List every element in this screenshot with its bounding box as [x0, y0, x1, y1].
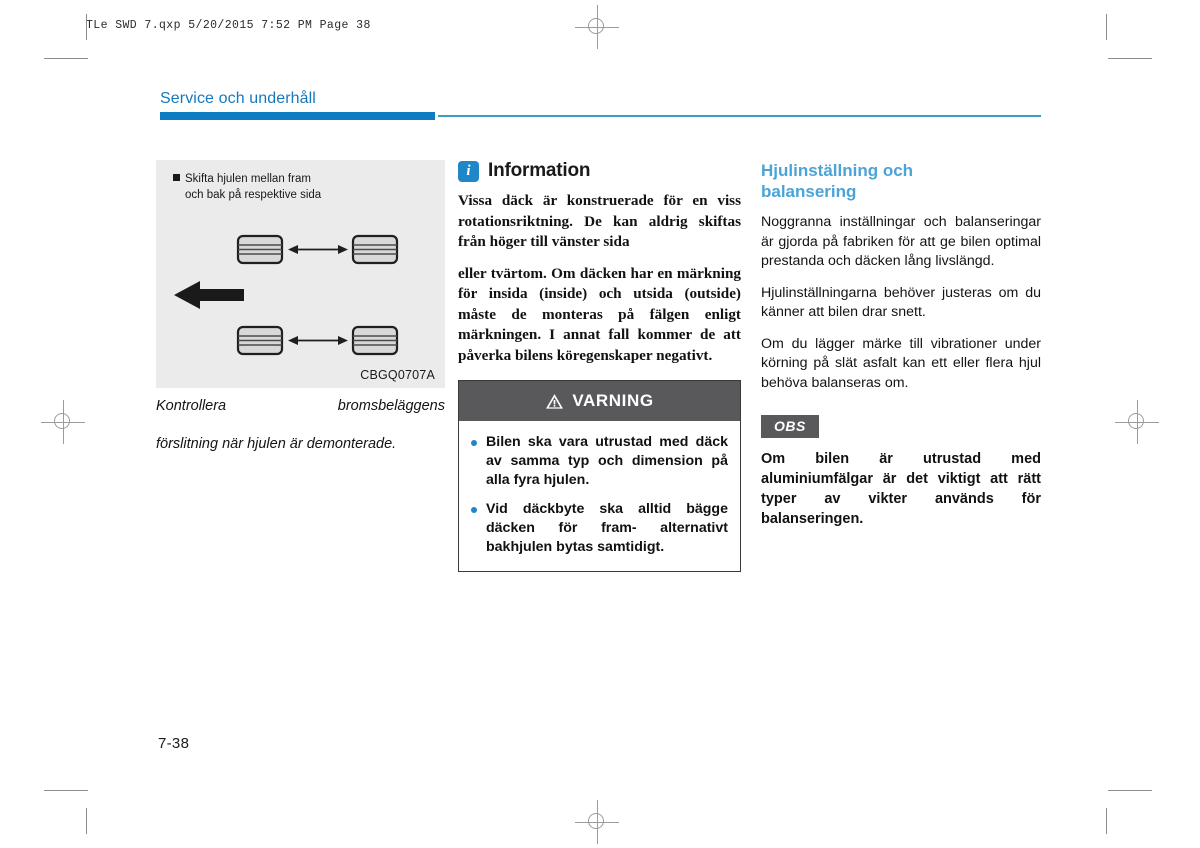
registration-mark-left-middle [41, 400, 85, 444]
figure-caption: Kontrollera bromsbeläggens förslitning n… [156, 397, 445, 454]
obs-tag: OBS [761, 415, 819, 438]
registration-mark-right-middle [1115, 400, 1159, 444]
obs-note: OBS Om bilen är utrustad med aluminiumfä… [761, 405, 1041, 529]
crop-mark-top-right-vertical [1106, 14, 1107, 40]
tire-front-left [236, 234, 284, 265]
warning-box: VARNING Bilen ska vara utrustad med däck… [458, 380, 741, 572]
information-title: Information [488, 160, 591, 181]
information-paragraph-1: Vissa däck är konstruerade för en viss r… [458, 192, 741, 250]
information-header: i Information [458, 160, 741, 182]
wheel-paragraph-1: Noggranna inställningar och balanseringa… [761, 214, 1041, 269]
square-bullet-icon [173, 174, 180, 181]
tire-rotation-diagram [174, 234, 399, 356]
warning-body: Bilen ska vara utrustad med däck av samm… [459, 421, 740, 571]
registration-mark-top-center [575, 5, 619, 49]
column-wheel-alignment: Hjulinställning och balansering Noggrann… [761, 160, 1041, 529]
bullet-icon [471, 507, 477, 513]
rotation-arrow-bottom [288, 336, 348, 345]
column-figure: Skifta hjulen mellan fram och bak på res… [156, 160, 445, 454]
wheel-section-heading-line2: balansering [761, 182, 857, 201]
warning-list-item: Bilen ska vara utrustad med däck av samm… [471, 433, 728, 490]
warning-triangle-icon [546, 393, 564, 409]
crop-mark-top-right-horizontal [1108, 58, 1152, 59]
registration-mark-bottom-center [575, 800, 619, 844]
figure-caption-line2: förslitning när hjulen är demonterade. [156, 436, 397, 452]
rotation-arrow-top [288, 245, 348, 254]
bullet-icon [471, 440, 477, 446]
wheel-section-heading-line1: Hjulinställning och [761, 161, 914, 180]
warning-item-text-2: Vid däckbyte ska alltid bägge däcken för… [486, 501, 728, 555]
info-icon: i [458, 160, 479, 182]
wheel-paragraph-3: Om du lägger märke till vibrationer unde… [761, 335, 1041, 391]
figure-code: CBGQ0707A [360, 368, 435, 382]
warning-title: VARNING [572, 391, 654, 410]
column-information: i Information Vissa däck är konstruerade… [458, 160, 741, 572]
tire-rear-left [236, 325, 284, 356]
title-accent-bar [160, 112, 435, 120]
crop-mark-bottom-left-vertical [86, 808, 87, 834]
figure-callout-line1: Skifta hjulen mellan fram [185, 173, 311, 185]
information-paragraph-2: eller tvärtom. Om däcken har en märkning… [458, 264, 741, 364]
page-title: Service och underhåll [160, 90, 316, 107]
warning-header: VARNING [459, 381, 740, 421]
warning-item-text-1: Bilen ska vara utrustad med däck av samm… [486, 434, 728, 488]
crop-mark-bottom-right-vertical [1106, 808, 1107, 834]
figure-callout-line2: och bak på respektive sida [185, 188, 322, 201]
figure-callout: Skifta hjulen mellan fram och bak på res… [173, 172, 435, 203]
tire-front-right [351, 234, 399, 265]
tire-rotation-figure: Skifta hjulen mellan fram och bak på res… [156, 160, 445, 388]
crop-mark-top-left-vertical [86, 14, 87, 40]
crop-mark-bottom-right-horizontal [1108, 790, 1152, 791]
crop-mark-top-left-horizontal [44, 58, 88, 59]
page-number: 7-38 [158, 735, 190, 752]
print-header-line: TLe SWD 7.qxp 5/20/2015 7:52 PM Page 38 [86, 19, 371, 32]
title-rule [438, 115, 1041, 117]
wheel-paragraph-2: Hjulinställningarna behöver justeras om … [761, 284, 1041, 321]
vehicle-direction-arrow [174, 281, 244, 309]
obs-note-text: Om bilen är utrustad med aluminiumfälgar… [761, 451, 1041, 527]
crop-mark-bottom-left-horizontal [44, 790, 88, 791]
warning-list-item: Vid däckbyte ska alltid bägge däcken för… [471, 500, 728, 557]
wheel-section-heading: Hjulinställning och balansering [761, 160, 1041, 202]
figure-caption-line1: Kontrollera bromsbeläggens [156, 398, 445, 414]
tire-rear-right [351, 325, 399, 356]
